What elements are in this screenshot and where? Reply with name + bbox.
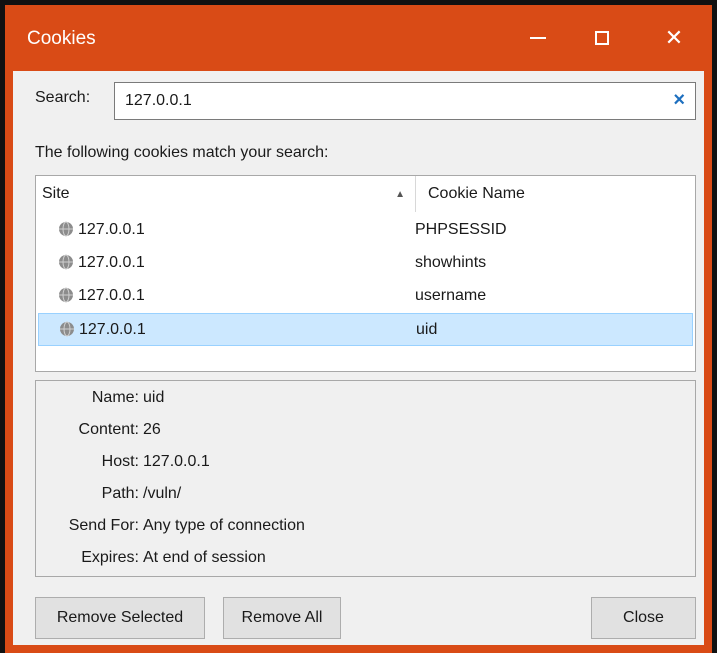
row-site: 127.0.0.1: [78, 221, 145, 238]
table-row[interactable]: 127.0.0.1 showhints: [38, 247, 693, 280]
cookies-dialog: Cookies ✕ Search: 127.0.0.1 × The follow…: [5, 5, 712, 653]
sort-ascending-icon: ▲: [395, 189, 405, 200]
detail-row-content: Content: 26: [36, 417, 691, 445]
close-button[interactable]: Close: [591, 597, 696, 639]
globe-icon: [59, 254, 73, 270]
row-cookie-name: showhints: [415, 254, 487, 271]
column-header-site[interactable]: Site ▲: [36, 176, 416, 212]
detail-row-name: Name: uid: [36, 385, 691, 413]
detail-value: 127.0.0.1: [143, 453, 210, 470]
search-label: Search:: [35, 89, 91, 106]
column-header-cookie-name-label: Cookie Name: [428, 185, 525, 202]
row-site: 127.0.0.1: [78, 287, 145, 304]
row-cookie-name: username: [415, 287, 487, 304]
detail-value: 26: [143, 421, 161, 438]
title-bar[interactable]: Cookies ✕: [5, 5, 712, 71]
detail-key: Path:: [101, 485, 139, 502]
globe-icon: [59, 287, 73, 303]
detail-row-path: Path: /vuln/: [36, 481, 691, 509]
cookie-table[interactable]: Site ▲ Cookie Name 127.0.0.1 PHPSESSID 1…: [35, 175, 696, 372]
detail-value: /vuln/: [143, 485, 182, 502]
column-header-site-label: Site: [42, 185, 70, 202]
row-site: 127.0.0.1: [79, 321, 146, 338]
search-input[interactable]: 127.0.0.1 ×: [114, 82, 696, 120]
match-label: The following cookies match your search:: [35, 144, 329, 161]
detail-key: Host:: [101, 453, 139, 470]
maximize-button[interactable]: [572, 5, 632, 71]
detail-key: Send For:: [68, 517, 139, 534]
remove-all-button[interactable]: Remove All: [223, 597, 341, 639]
maximize-icon: [595, 31, 609, 45]
detail-row-host: Host: 127.0.0.1: [36, 449, 691, 477]
close-window-button[interactable]: ✕: [644, 5, 704, 71]
window-title: Cookies: [27, 28, 96, 49]
detail-key: Content:: [78, 421, 139, 438]
detail-value: uid: [143, 389, 165, 406]
table-row-selected[interactable]: 127.0.0.1 uid: [38, 313, 693, 346]
globe-icon: [59, 221, 73, 237]
table-row[interactable]: 127.0.0.1 PHPSESSID: [38, 214, 693, 247]
minimize-icon: [530, 37, 546, 39]
cookie-details-panel: Name: uid Content: 26 Host: 127.0.0.1 Pa…: [35, 380, 696, 577]
minimize-button[interactable]: [508, 5, 568, 71]
globe-icon: [60, 321, 74, 337]
remove-selected-button[interactable]: Remove Selected: [35, 597, 205, 639]
close-icon: ✕: [664, 25, 684, 50]
row-site: 127.0.0.1: [78, 254, 145, 271]
detail-value: Any type of connection: [143, 517, 305, 534]
detail-value: At end of session: [143, 549, 266, 566]
detail-row-expires: Expires: At end of session: [36, 545, 691, 573]
row-cookie-name: PHPSESSID: [415, 221, 507, 238]
detail-key: Expires:: [81, 549, 139, 566]
detail-key: Name:: [91, 389, 139, 406]
table-row[interactable]: 127.0.0.1 username: [38, 280, 693, 313]
clear-search-icon[interactable]: ×: [673, 89, 685, 112]
detail-row-send-for: Send For: Any type of connection: [36, 513, 691, 541]
row-cookie-name: uid: [416, 321, 438, 338]
search-value: 127.0.0.1: [125, 92, 192, 109]
column-header-cookie-name[interactable]: Cookie Name: [416, 176, 696, 212]
